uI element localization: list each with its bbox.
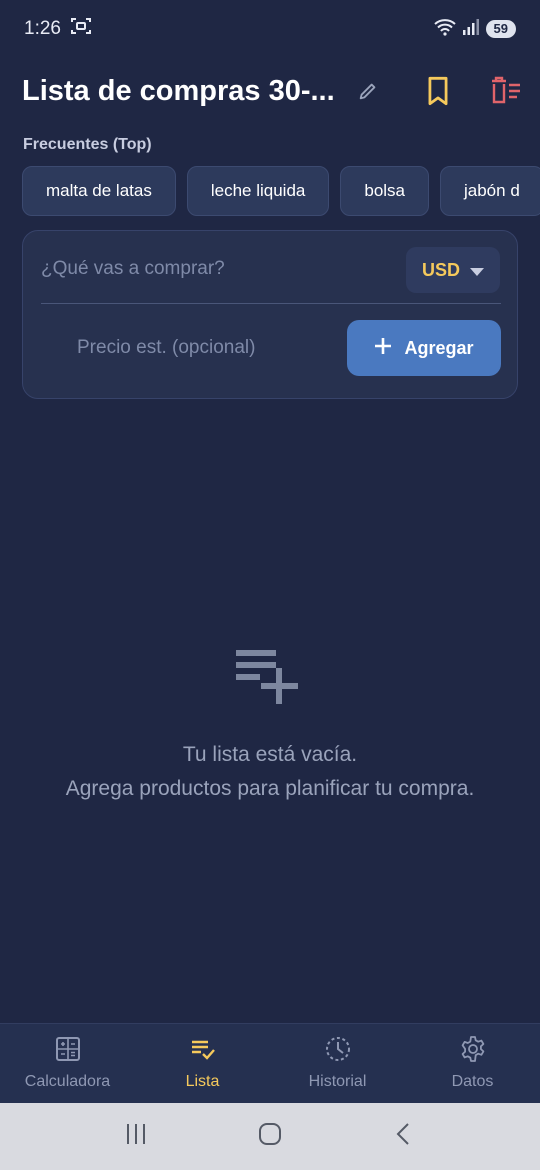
status-time: 1:26 [24, 18, 61, 39]
recent-apps-icon[interactable] [124, 1122, 148, 1151]
nav-item-historial[interactable]: Historial [270, 1024, 405, 1103]
screenshot-icon [70, 17, 91, 41]
add-button[interactable]: Agregar [347, 320, 501, 376]
status-left: 1:26 [24, 17, 91, 41]
frequent-chip[interactable]: jabón d [440, 166, 540, 216]
nav-item-calculadora[interactable]: Calculadora [0, 1024, 135, 1103]
delete-list-icon[interactable] [490, 76, 522, 111]
item-name-input[interactable] [41, 249, 391, 289]
empty-state-subtitle: Agrega productos para planificar tu comp… [65, 777, 475, 800]
frequent-label: Frecuentes (Top) [23, 136, 152, 153]
add-button-label: Agregar [404, 337, 474, 358]
status-right: 59 [433, 18, 516, 41]
gear-icon [460, 1036, 486, 1067]
nav-label: Historial [308, 1073, 367, 1090]
nav-label: Datos [451, 1073, 494, 1090]
bookmark-icon[interactable] [424, 76, 452, 111]
edit-icon[interactable] [357, 80, 379, 102]
plus-icon [374, 337, 392, 360]
nav-label: Lista [185, 1073, 220, 1090]
frequent-chip[interactable]: bolsa [340, 166, 429, 216]
add-item-card: USD Agregar [22, 230, 518, 399]
app-header: Lista de compras 30-... [0, 62, 540, 120]
price-input[interactable] [77, 328, 337, 368]
chevron-down-icon [470, 260, 484, 281]
divider [41, 303, 501, 304]
page-title: Lista de compras 30-... [22, 74, 335, 107]
back-icon[interactable] [392, 1122, 416, 1151]
wifi-icon [433, 18, 456, 41]
empty-state-title: Tu lista está vacía. [182, 743, 358, 766]
signal-icon [462, 18, 480, 41]
bottom-nav: Calculadora Lista Historial Datos [0, 1023, 540, 1103]
currency-value: USD [421, 259, 460, 280]
checklist-icon [190, 1036, 216, 1067]
battery-icon: 59 [485, 20, 516, 38]
playlist-add-icon [234, 648, 310, 711]
nav-item-lista[interactable]: Lista [135, 1024, 270, 1103]
home-icon[interactable] [257, 1121, 283, 1152]
currency-select[interactable]: USD [406, 247, 500, 293]
history-icon [325, 1036, 351, 1067]
calculator-icon [55, 1036, 81, 1067]
nav-label: Calculadora [24, 1073, 111, 1090]
system-nav-bar [0, 1103, 540, 1170]
status-bar: 1:26 59 [0, 0, 540, 58]
frequent-chips: malta de latas leche liquida bolsa jabón… [22, 166, 540, 216]
frequent-chip[interactable]: malta de latas [22, 166, 176, 216]
frequent-chip[interactable]: leche liquida [186, 166, 330, 216]
nav-item-datos[interactable]: Datos [405, 1024, 540, 1103]
